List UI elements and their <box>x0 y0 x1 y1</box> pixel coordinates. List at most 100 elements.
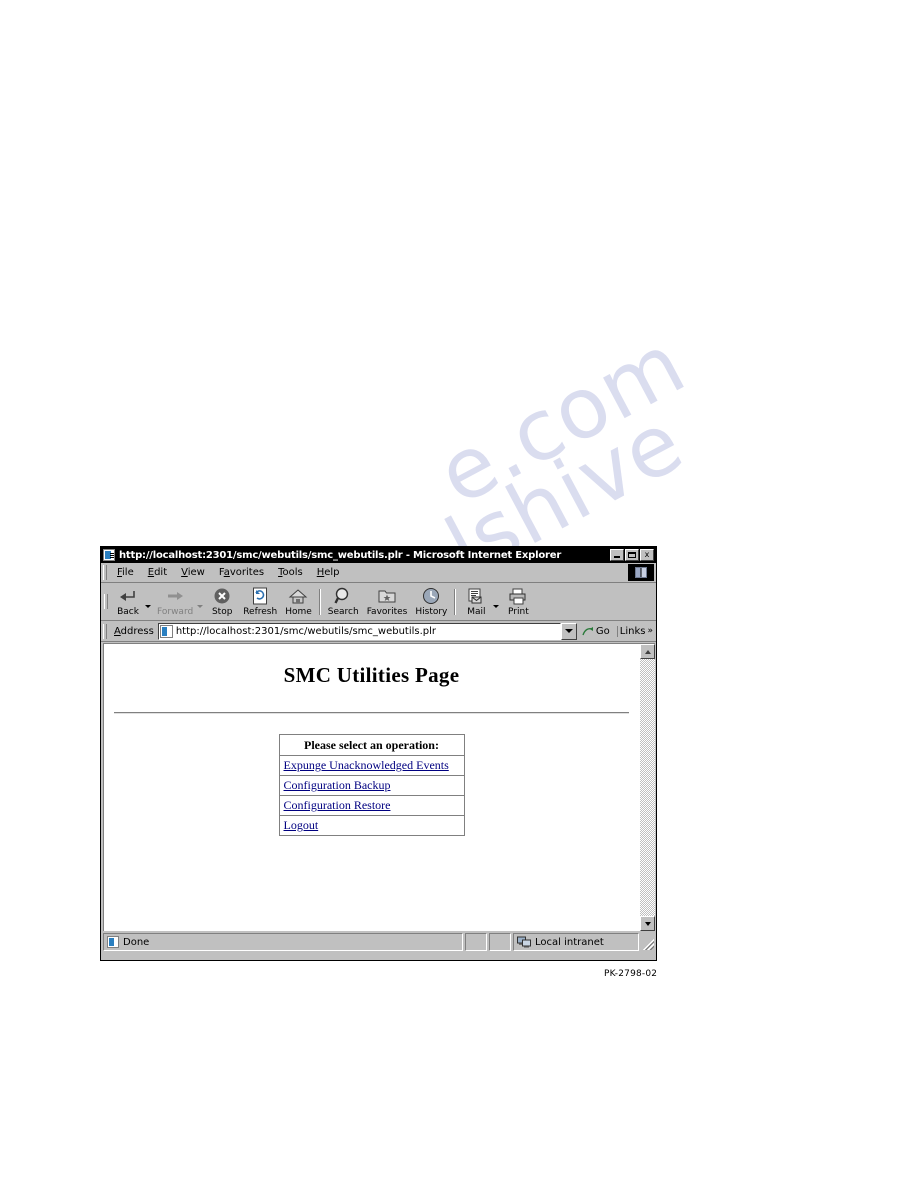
mail-button-label: Mail <box>467 607 486 617</box>
favorites-icon <box>376 586 398 606</box>
ie-document-icon[interactable] <box>103 549 115 561</box>
print-icon <box>507 586 529 606</box>
go-button-label: Go <box>595 625 610 637</box>
operations-table: Please select an operation: Expunge Unac… <box>278 734 465 836</box>
toolbar-separator-2 <box>454 588 457 615</box>
horizontal-rule <box>114 712 629 714</box>
address-bar: Address http://localhost:2301/smc/webuti… <box>101 621 656 642</box>
links-label: Links <box>619 625 646 637</box>
window-controls: x <box>610 549 655 561</box>
history-button-label: History <box>415 607 448 617</box>
title-bar[interactable]: http://localhost:2301/smc/webutils/smc_w… <box>101 547 656 563</box>
favorites-button-label: Favorites <box>366 607 408 617</box>
table-row: Configuration Restore <box>278 795 465 816</box>
operations-table-cell: Configuration Restore <box>278 795 465 816</box>
table-row: Expunge Unacknowledged Events <box>278 755 465 776</box>
operations-table-header: Please select an operation: <box>278 734 465 756</box>
go-arrow-icon <box>582 626 594 637</box>
scroll-down-arrow-icon[interactable] <box>640 916 655 931</box>
status-bar: Done Local intranet <box>103 933 655 951</box>
refresh-button[interactable]: Refresh <box>239 584 281 620</box>
mail-dropdown-icon[interactable] <box>493 605 500 608</box>
status-badge: Local intranet <box>513 933 639 951</box>
menubar-drag-handle[interactable] <box>103 565 107 580</box>
ie-animated-logo <box>628 564 654 581</box>
home-icon <box>287 586 309 606</box>
link-logout[interactable]: Logout <box>284 818 319 832</box>
table-row: Configuration Backup <box>278 775 465 796</box>
search-button-label: Search <box>327 607 359 617</box>
mail-icon <box>465 586 487 606</box>
go-button[interactable]: Go <box>577 626 615 637</box>
mail-button[interactable]: Mail <box>459 584 493 620</box>
status-message-text: Done <box>123 936 150 948</box>
ie-document-icon <box>159 624 173 638</box>
menu-item-help[interactable]: Help <box>310 566 347 579</box>
forward-dropdown-icon[interactable] <box>197 605 204 608</box>
back-dropdown-icon[interactable] <box>145 605 151 608</box>
page-title: SMC Utilities Page <box>283 663 460 687</box>
search-icon <box>332 586 354 606</box>
maximize-button[interactable] <box>625 549 639 561</box>
search-button[interactable]: Search <box>324 584 363 620</box>
refresh-icon <box>249 586 271 606</box>
address-value: http://localhost:2301/smc/webutils/smc_w… <box>175 625 437 637</box>
close-icon[interactable]: x <box>640 549 654 561</box>
menu-item-favorites[interactable]: Favorites <box>212 566 271 579</box>
address-input[interactable]: http://localhost:2301/smc/webutils/smc_w… <box>157 622 561 640</box>
link-expunge-unacknowledged-events[interactable]: Expunge Unacknowledged Events <box>284 758 449 772</box>
operations-table-cell: Expunge Unacknowledged Events <box>278 755 465 776</box>
menu-item-tools[interactable]: Tools <box>271 566 310 579</box>
stop-button-label: Stop <box>211 607 233 617</box>
print-button[interactable]: Print <box>501 584 535 620</box>
forward-button-label: Forward <box>157 607 194 617</box>
menu-item-file[interactable]: File <box>110 566 141 579</box>
link-configuration-backup[interactable]: Configuration Backup <box>284 778 391 792</box>
watermark-line-1: e.com <box>422 314 701 524</box>
table-row: Logout <box>278 815 465 836</box>
chevron-down-icon[interactable] <box>560 622 577 640</box>
refresh-button-label: Refresh <box>243 607 278 617</box>
operations-table-cell: Configuration Backup <box>278 775 465 796</box>
menu-bar: File Edit View Favorites Tools Help <box>101 563 656 583</box>
status-zone-text: Local intranet <box>535 936 604 948</box>
operations-table-cell: Logout <box>278 815 465 836</box>
network-zone-icon <box>517 936 531 948</box>
menu-item-view[interactable]: View <box>174 566 212 579</box>
link-configuration-restore[interactable]: Configuration Restore <box>284 798 391 812</box>
browser-window: http://localhost:2301/smc/webutils/smc_w… <box>100 546 657 961</box>
table-row: Please select an operation: <box>278 734 465 756</box>
back-arrow-icon <box>117 586 139 606</box>
resize-grip[interactable] <box>641 933 655 951</box>
back-button[interactable]: Back <box>111 584 145 620</box>
status-panel-1 <box>465 933 487 951</box>
toolbar-separator-1 <box>318 588 321 615</box>
links-button[interactable]: Links » <box>616 625 656 637</box>
history-icon <box>420 586 442 606</box>
scroll-up-arrow-icon[interactable] <box>640 644 655 659</box>
stop-button[interactable]: Stop <box>205 584 239 620</box>
figure-caption: PK-2798-02 <box>604 969 658 979</box>
main-toolbar: Back Forward Stop Refresh Home Search Fa… <box>101 583 656 621</box>
favorites-button[interactable]: Favorites <box>363 584 412 620</box>
forward-arrow-icon <box>164 586 186 606</box>
status-panel-2 <box>489 933 511 951</box>
window-title: http://localhost:2301/smc/webutils/smc_w… <box>119 549 562 561</box>
toolbar-drag-handle[interactable] <box>104 594 108 609</box>
scrollbar-track[interactable] <box>640 659 655 916</box>
page-viewport: SMC Utilities Page Please select an oper… <box>103 643 655 931</box>
chevron-double-right-icon: » <box>647 626 653 636</box>
minimize-button[interactable] <box>610 549 624 561</box>
forward-button[interactable]: Forward <box>153 584 197 620</box>
print-button-label: Print <box>508 607 529 617</box>
ie-document-icon <box>107 936 119 948</box>
menu-item-edit[interactable]: Edit <box>141 566 174 579</box>
history-button[interactable]: History <box>411 584 451 620</box>
home-button[interactable]: Home <box>281 584 316 620</box>
status-message: Done <box>103 933 463 951</box>
addressbar-drag-handle[interactable] <box>103 623 107 639</box>
ie-logo-glyph <box>635 567 647 578</box>
vertical-scrollbar[interactable] <box>639 644 655 931</box>
home-button-label: Home <box>285 607 312 617</box>
page-content: SMC Utilities Page Please select an oper… <box>104 644 639 931</box>
